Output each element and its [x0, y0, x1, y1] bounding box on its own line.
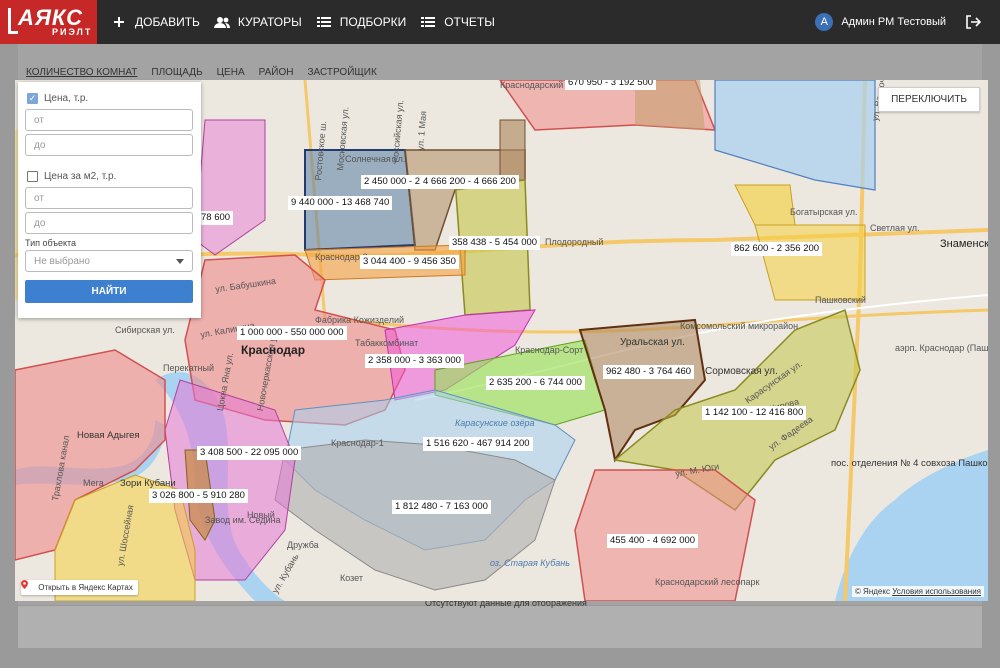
price-zone-label[interactable]: 962 480 - 3 764 460: [603, 365, 695, 379]
copyright-text: © Яндекс: [854, 587, 890, 596]
nav-selections-button[interactable]: ПОДБОРКИ: [316, 0, 407, 44]
filter-panel: ✓ Цена, т.р. от до Цена за м2, т.р. от д…: [18, 82, 201, 318]
users-icon: [213, 14, 230, 30]
logo-sub-text: РИЭЛТ: [52, 27, 93, 37]
place-label: Мега: [83, 478, 104, 488]
price-checkbox-label: Цена, т.р.: [44, 92, 89, 104]
place-label: Табаккомбинат: [355, 338, 419, 348]
place-label: оз. Старая Кубань: [490, 558, 570, 568]
price-m2-checkbox[interactable]: [27, 170, 38, 182]
price-zone-label[interactable]: 1 812 480 - 7 163 000: [392, 500, 491, 514]
object-type-value: Не выбрано: [34, 255, 90, 267]
bottom-card: [18, 605, 982, 648]
price-zone-label[interactable]: 2 358 000 - 3 363 000: [365, 354, 464, 368]
logout-icon[interactable]: [964, 13, 982, 31]
price-m2-checkbox-row[interactable]: Цена за м2, т.р.: [27, 168, 194, 184]
place-label: Уральская ул.: [620, 337, 685, 348]
price-zone-label[interactable]: 3 026 800 - 5 910 280: [149, 489, 248, 503]
price-checkbox[interactable]: ✓: [27, 92, 38, 104]
price-zone-label[interactable]: 78 600: [198, 211, 234, 225]
zone-brown-strip: [499, 119, 526, 181]
place-label: Дружба: [287, 540, 319, 550]
place-label: Зори Кубани: [120, 478, 176, 489]
plus-icon: [111, 14, 127, 30]
open-in-yandex-link[interactable]: Открыть в Яндекс Картах: [21, 579, 138, 595]
place-label: Краснодарский лесопарк: [655, 577, 760, 587]
price-zone-label[interactable]: 9 440 000 - 13 468 740: [288, 196, 393, 210]
user-name[interactable]: Админ РМ Тестовый: [841, 16, 946, 28]
place-label: Краснодарский: [500, 80, 564, 90]
list-icon: [420, 14, 436, 30]
price-zone-label[interactable]: 3 044 400 - 9 456 350: [360, 255, 459, 269]
nav-curators-button[interactable]: КУРАТОРЫ: [213, 0, 302, 44]
place-label: аэрп. Краснодар (Пашковский): [895, 343, 988, 353]
place-label: Богатырская ул.: [790, 207, 858, 217]
nav-add-button[interactable]: ДОБАВИТЬ: [111, 0, 200, 44]
brand-logo[interactable]: АЯКС РИЭЛТ: [0, 0, 97, 44]
subtab-developer[interactable]: ЗАСТРОЙЩИК: [307, 67, 376, 78]
report-subtabs: КОЛИЧЕСТВО КОМНАТ ПЛОЩАДЬ ЦЕНА РАЙОН ЗАС…: [26, 67, 377, 78]
avatar[interactable]: А: [815, 13, 834, 31]
price-m2-checkbox-label: Цена за м2, т.р.: [44, 170, 117, 182]
price-zone-label[interactable]: 3 408 500 - 22 095 000: [197, 446, 302, 460]
place-label: Козет: [340, 573, 364, 583]
place-label: Солнечная ул.: [345, 154, 406, 164]
place-label: Фабрика Кожизделий: [315, 315, 405, 325]
price-zone-label[interactable]: 455 400 - 4 692 000: [607, 534, 699, 548]
place-label: Комсомольский микрорайон: [680, 321, 799, 331]
map-pin-icon: [21, 579, 33, 592]
open-in-yandex-label: Открыть в Яндекс Картах: [38, 582, 133, 592]
price-zone-label[interactable]: 862 600 - 2 356 200: [731, 242, 823, 256]
price-checkbox-row[interactable]: ✓ Цена, т.р.: [27, 90, 194, 106]
nav-add-label: ДОБАВИТЬ: [135, 15, 200, 29]
zone-east-yellow: [754, 224, 866, 301]
place-label: Знаменск: [940, 238, 988, 250]
price-zone-label[interactable]: 4 666 200 - 4 666 200: [420, 175, 519, 189]
price-zone-label[interactable]: 1 516 620 - 467 914 200: [423, 437, 533, 451]
price-zone-label[interactable]: 670 950 - 3 192 500: [565, 80, 657, 90]
price-zone-label[interactable]: 2 450 000 - 2: [361, 175, 423, 189]
price-zone-label[interactable]: 358 438 - 5 454 000: [449, 236, 541, 250]
switch-map-button[interactable]: ПЕРЕКЛЮЧИТЬ: [878, 87, 980, 112]
chevron-down-icon: [176, 256, 184, 267]
price-m2-from-input[interactable]: от: [25, 187, 193, 209]
map-copyright: © Яндекс Условия использования: [851, 586, 984, 597]
price-m2-to-input[interactable]: до: [25, 212, 193, 234]
price-to-input[interactable]: до: [25, 134, 193, 156]
nav-selections-label: ПОДБОРКИ: [339, 15, 407, 29]
place-label: Перекатный: [163, 363, 215, 373]
place-label: Карасунские озёра: [455, 418, 535, 428]
top-navbar: АЯКС РИЭЛТ ДОБАВИТЬ КУРАТОРЫ ПОДБОРКИ ОТ…: [0, 0, 1000, 44]
object-type-label: Тип объекта: [25, 238, 77, 248]
price-zone-label[interactable]: 2 635 200 - 6 744 000: [486, 376, 585, 390]
object-type-select[interactable]: Не выбрано: [25, 250, 193, 272]
place-label: Новая Адыгея: [77, 430, 140, 441]
place-label: Сормовская ул.: [705, 366, 778, 377]
price-from-input[interactable]: от: [25, 109, 193, 131]
place-label: Плодородный: [545, 237, 604, 247]
place-label: Краснодар-1: [331, 438, 384, 448]
nav-reports-button[interactable]: ОТЧЕТЫ: [420, 0, 495, 44]
list-icon: [316, 14, 332, 30]
price-zone-label[interactable]: 1 142 100 - 12 416 800: [702, 406, 807, 420]
subtab-area[interactable]: ПЛОЩАДЬ: [151, 67, 202, 78]
place-label: Сибирская ул.: [115, 325, 175, 335]
place-label: Светлая ул.: [870, 223, 920, 233]
city-label: Краснодар: [241, 343, 306, 357]
terms-link[interactable]: Условия использования: [892, 587, 981, 596]
find-button[interactable]: НАЙТИ: [25, 280, 193, 303]
place-label: Завод им. Седина: [205, 515, 281, 525]
subtab-district[interactable]: РАЙОН: [259, 67, 294, 78]
place-label: пос. отделения № 4 совхоза Пашковский: [831, 458, 988, 469]
place-label: Краснодар-Сорт: [515, 345, 584, 355]
nav-curators-label: КУРАТОРЫ: [237, 15, 302, 29]
user-area: А Админ РМ Тестовый: [815, 0, 1000, 44]
subtab-rooms[interactable]: КОЛИЧЕСТВО КОМНАТ: [26, 67, 137, 78]
place-label: Пашковский: [815, 295, 866, 305]
subtab-price[interactable]: ЦЕНА: [217, 67, 245, 78]
price-zone-label[interactable]: 1 000 000 - 550 000 000: [237, 326, 347, 340]
nav-reports-label: ОТЧЕТЫ: [444, 15, 495, 29]
logo-corner-mark: [8, 8, 18, 34]
